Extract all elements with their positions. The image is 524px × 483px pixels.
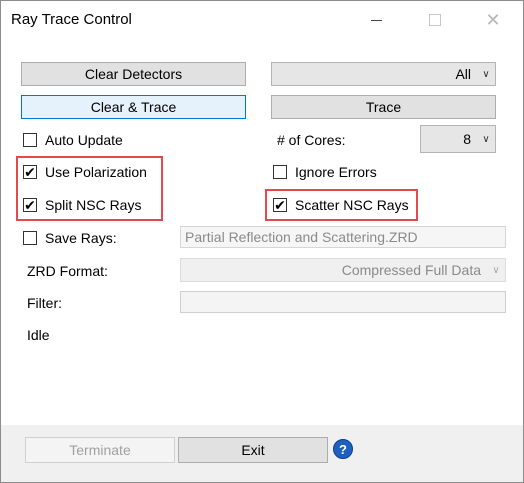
- terminate-button[interactable]: Terminate: [25, 437, 175, 463]
- checkmark-icon[interactable]: ✔: [273, 198, 287, 212]
- filter-label: Filter:: [27, 295, 62, 311]
- save-rays-filename-field[interactable]: Partial Reflection and Scattering.ZRD: [180, 226, 506, 248]
- save-rays-box[interactable]: [23, 231, 37, 245]
- ignore-errors-checkbox[interactable]: Ignore Errors: [273, 164, 377, 180]
- exit-button[interactable]: Exit: [178, 437, 328, 463]
- use-polarization-checkbox[interactable]: ✔ Use Polarization: [23, 164, 147, 180]
- chevron-down-icon: ∨: [482, 133, 490, 145]
- chevron-down-icon: ∨: [482, 68, 490, 80]
- close-icon: ✕: [485, 10, 501, 30]
- window-title: Ray Trace Control: [11, 11, 132, 28]
- cores-label: # of Cores:: [277, 132, 346, 148]
- filter-input[interactable]: [180, 291, 506, 313]
- checkmark-icon[interactable]: ✔: [23, 165, 37, 179]
- scatter-nsc-rays-label: Scatter NSC Rays: [295, 197, 409, 213]
- status-text: Idle: [27, 327, 50, 343]
- zrd-format-value: Compressed Full Data: [341, 262, 481, 278]
- save-rays-label: Save Rays:: [45, 230, 117, 246]
- ray-trace-control-window: Ray Trace Control ✕ Clear Detectors All …: [0, 0, 524, 483]
- zrd-format-dropdown[interactable]: Compressed Full Data ∨: [180, 258, 506, 282]
- chevron-down-icon: ∨: [492, 264, 500, 276]
- minimize-button[interactable]: [356, 1, 396, 39]
- split-nsc-rays-label: Split NSC Rays: [45, 197, 142, 213]
- scatter-nsc-rays-checkbox[interactable]: ✔ Scatter NSC Rays: [273, 197, 409, 213]
- maximize-button[interactable]: [415, 1, 455, 39]
- ignore-errors-box[interactable]: [273, 165, 287, 179]
- auto-update-checkbox[interactable]: Auto Update: [23, 132, 123, 148]
- title-bar: Ray Trace Control ✕: [1, 1, 523, 39]
- auto-update-box[interactable]: [23, 133, 37, 147]
- auto-update-label: Auto Update: [45, 132, 123, 148]
- split-nsc-rays-checkbox[interactable]: ✔ Split NSC Rays: [23, 197, 141, 213]
- clear-and-trace-button[interactable]: Clear & Trace: [21, 95, 246, 119]
- save-rays-checkbox[interactable]: Save Rays:: [23, 230, 117, 246]
- minimize-icon: [370, 19, 382, 21]
- cores-dropdown-value: 8: [463, 131, 471, 147]
- zrd-format-label: ZRD Format:: [27, 263, 108, 279]
- ignore-errors-label: Ignore Errors: [295, 164, 377, 180]
- use-polarization-label: Use Polarization: [45, 164, 147, 180]
- cores-dropdown[interactable]: 8 ∨: [420, 125, 496, 153]
- clear-detectors-button[interactable]: Clear Detectors: [21, 62, 246, 86]
- detector-dropdown-value: All: [455, 66, 471, 82]
- maximize-icon: [429, 14, 441, 26]
- trace-button[interactable]: Trace: [271, 95, 496, 119]
- help-icon[interactable]: ?: [333, 439, 353, 459]
- detector-dropdown[interactable]: All ∨: [271, 62, 496, 86]
- checkmark-icon[interactable]: ✔: [23, 198, 37, 212]
- close-button[interactable]: ✕: [473, 1, 513, 39]
